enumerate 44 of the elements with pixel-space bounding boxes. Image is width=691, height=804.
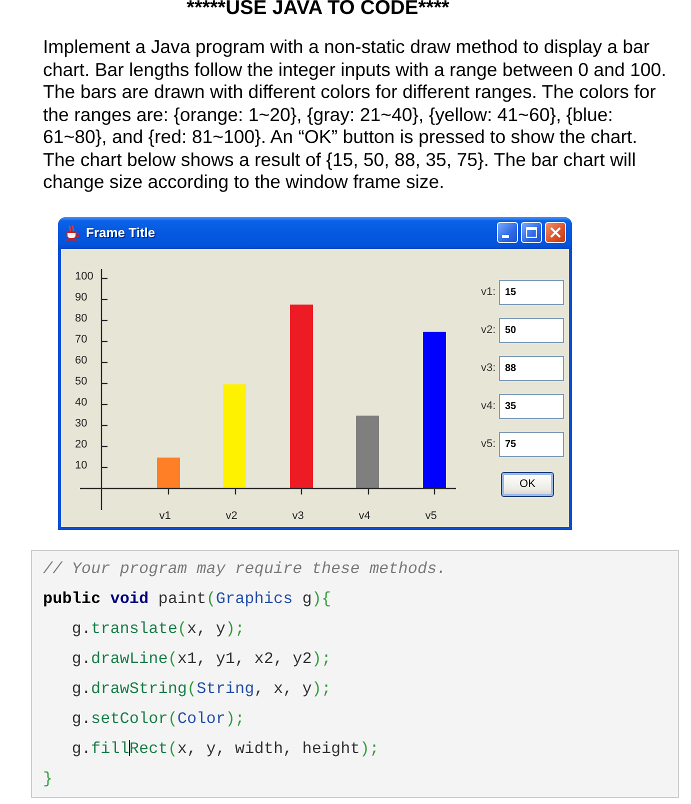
tick-label: 80 [75,312,88,324]
code-line: // Your program may require these methods. [43,560,446,578]
maximize-icon [526,227,537,238]
code-line: g.translate(x, y); [72,620,245,638]
close-button[interactable] [545,222,566,243]
close-icon [550,227,561,238]
category-label: v3 [292,510,304,522]
category-label: v1 [159,510,171,522]
input-field[interactable]: 50 [499,318,564,342]
ok-button[interactable]: OK [501,472,554,496]
tick-label: 40 [75,396,88,408]
category-label: v2 [226,510,238,522]
field-label: v1: [481,284,497,300]
input-field[interactable]: 15 [499,280,564,304]
code-line: public void paint(Graphics g){ [43,590,332,608]
tick-label: 10 [75,459,88,471]
field-label: v4: [481,398,497,414]
maximize-button[interactable] [521,222,542,243]
field-label: v3: [481,360,497,376]
category-label: v5 [425,510,437,522]
tick-label: 50 [75,375,88,387]
heading: *****USE JAVA TO CODE**** [186,0,450,16]
input-field[interactable]: 35 [499,394,564,418]
code-line: g.fillRect(x, y, width, height); [72,740,380,758]
window-title: Frame Title [86,224,156,242]
category-label: v4 [358,510,370,522]
tick-label: 60 [75,354,88,366]
input-field[interactable]: 75 [499,432,564,456]
field-label: v5: [481,436,497,452]
tick-label: 30 [75,417,88,429]
cup-icon [65,224,80,240]
input-field[interactable]: 88 [499,356,564,380]
tick-label: 70 [75,333,88,345]
tick-label: 90 [75,291,88,303]
code-line: } [43,770,53,788]
field-label: v2: [481,322,497,338]
minimize-button[interactable] [497,222,518,243]
code-line: g.drawString(String, x, y); [72,680,332,698]
code-line: g.drawLine(x1, y1, x2, y2); [72,650,332,668]
tick-label: 100 [75,270,94,282]
tick-label: 20 [75,438,88,450]
code-line: g.setColor(Color); [72,710,245,728]
minimize-icon [502,235,509,238]
instructions-paragraph: Implement a Java program with a non-static draw method to display a bar chart. Bar lengths follow the integer inputs with a range between 0 and 100. The bars are drawn with different colors for different ranges. The colors for the ranges are: {orange: 1~20}, {gray: 21~40}, {yellow: 41~60}, {blue: 61~80}, and {red: 81~100}. An “OK” button is pressed to show the chart. The chart below shows a result of {15, 50, 88, 35, 75}. The bar chart will change size according to the window frame size. [43,36,668,194]
